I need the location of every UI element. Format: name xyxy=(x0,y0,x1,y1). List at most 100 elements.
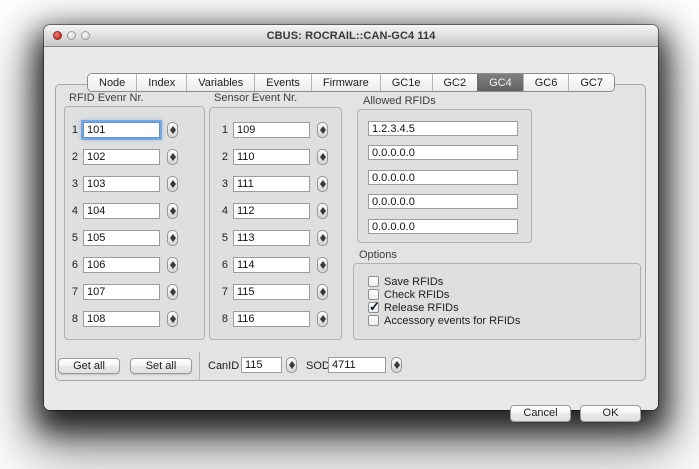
stepper-down-icon[interactable] xyxy=(169,157,176,161)
save-rfids-checkbox[interactable] xyxy=(368,276,379,287)
stepper-down-icon[interactable] xyxy=(169,265,176,269)
allowed-rfid-input-5[interactable] xyxy=(368,219,518,234)
rfid-event-stepper-8[interactable] xyxy=(167,311,178,327)
sensor-event-input-4[interactable] xyxy=(233,203,310,219)
sensor-event-stepper-8[interactable] xyxy=(317,311,328,327)
tab-index[interactable]: Index xyxy=(136,74,187,91)
allowed-group-label: Allowed RFIDs xyxy=(363,95,436,107)
rfid-event-row-2: 2 xyxy=(66,149,178,165)
sensor-event-row-5: 5 xyxy=(216,230,328,246)
set-all-button[interactable]: Set all xyxy=(130,358,192,374)
rfid-event-input-2[interactable] xyxy=(83,149,160,165)
sensor-event-input-6[interactable] xyxy=(233,257,310,273)
rfid-event-input-1[interactable] xyxy=(83,122,160,138)
sensor-event-stepper-2[interactable] xyxy=(317,149,328,165)
tab-gc7[interactable]: GC7 xyxy=(568,74,614,91)
sensor-event-row-6: 6 xyxy=(216,257,328,273)
sensor-event-stepper-6[interactable] xyxy=(317,257,328,273)
row-index: 8 xyxy=(71,313,78,325)
rfid-event-stepper-6[interactable] xyxy=(167,257,178,273)
stepper-down-icon[interactable] xyxy=(169,184,176,188)
rfid-event-row-4: 4 xyxy=(66,203,178,219)
sensor-group-box xyxy=(209,107,342,340)
row-index: 3 xyxy=(71,178,78,190)
rfid-event-input-5[interactable] xyxy=(83,230,160,246)
rfid-event-stepper-5[interactable] xyxy=(167,230,178,246)
allowed-rfid-input-4[interactable] xyxy=(368,194,518,209)
sensor-event-row-1: 1 xyxy=(216,122,328,138)
stepper-down-icon[interactable] xyxy=(319,238,326,242)
canid-stepper[interactable] xyxy=(286,357,297,373)
rfid-event-input-3[interactable] xyxy=(83,176,160,192)
rfid-event-stepper-2[interactable] xyxy=(167,149,178,165)
allowed-rfid-input-1[interactable] xyxy=(368,121,518,136)
stepper-down-icon[interactable] xyxy=(319,184,326,188)
stepper-down-icon[interactable] xyxy=(319,211,326,215)
stepper-down-icon[interactable] xyxy=(319,157,326,161)
allowed-rfid-input-3[interactable] xyxy=(368,170,518,185)
accessory-events-checkbox[interactable] xyxy=(368,315,379,326)
release-rfids-checkbox[interactable] xyxy=(368,302,379,313)
cancel-button[interactable]: Cancel xyxy=(510,405,571,422)
checkmark-icon xyxy=(369,299,380,315)
tab-gc2[interactable]: GC2 xyxy=(431,74,478,91)
stepper-down-icon[interactable] xyxy=(169,211,176,215)
stepper-down-icon[interactable] xyxy=(169,130,176,134)
tab-gc6[interactable]: GC6 xyxy=(522,74,569,91)
rfid-event-stepper-4[interactable] xyxy=(167,203,178,219)
stepper-down-icon[interactable] xyxy=(169,319,176,323)
rfid-event-input-4[interactable] xyxy=(83,203,160,219)
option-row-accessory-events: Accessory events for RFIDs xyxy=(368,314,520,327)
sensor-event-row-3: 3 xyxy=(216,176,328,192)
stepper-down-icon[interactable] xyxy=(319,130,326,134)
rfid-event-stepper-3[interactable] xyxy=(167,176,178,192)
rfid-group-label: RFID Evenr Nr. xyxy=(69,92,144,104)
rfid-event-stepper-1[interactable] xyxy=(167,122,178,138)
sod-stepper[interactable] xyxy=(391,357,402,373)
tab-gc4[interactable]: GC4 xyxy=(477,74,523,91)
sensor-event-input-7[interactable] xyxy=(233,284,310,300)
sod-input[interactable] xyxy=(328,357,386,373)
option-row-save-rfids: Save RFIDs xyxy=(368,275,443,288)
get-all-button[interactable]: Get all xyxy=(58,358,120,374)
sensor-event-input-5[interactable] xyxy=(233,230,310,246)
tab-events[interactable]: Events xyxy=(254,74,311,91)
row-index: 5 xyxy=(221,232,228,244)
rfid-event-input-8[interactable] xyxy=(83,311,160,327)
row-index: 1 xyxy=(221,124,228,136)
stepper-down-icon[interactable] xyxy=(319,292,326,296)
row-index: 7 xyxy=(221,286,228,298)
row-index: 5 xyxy=(71,232,78,244)
allowed-rfid-input-2[interactable] xyxy=(368,145,518,160)
tab-variables[interactable]: Variables xyxy=(186,74,255,91)
title-bar[interactable]: CBUS: ROCRAIL::CAN-GC4 114 xyxy=(44,25,658,47)
dialog-content: Node Index Variables Events Firmware GC1… xyxy=(44,48,658,422)
stepper-down-icon[interactable] xyxy=(393,365,400,369)
tab-firmware[interactable]: Firmware xyxy=(310,74,380,91)
rfid-event-input-7[interactable] xyxy=(83,284,160,300)
rfid-event-input-6[interactable] xyxy=(83,257,160,273)
sensor-event-stepper-5[interactable] xyxy=(317,230,328,246)
stepper-down-icon[interactable] xyxy=(169,292,176,296)
sensor-event-stepper-3[interactable] xyxy=(317,176,328,192)
tab-node[interactable]: Node xyxy=(88,74,137,91)
rfid-event-stepper-7[interactable] xyxy=(167,284,178,300)
options-group-label: Options xyxy=(359,249,397,261)
stepper-down-icon[interactable] xyxy=(169,238,176,242)
sensor-event-input-1[interactable] xyxy=(233,122,310,138)
tab-gc1e[interactable]: GC1e xyxy=(379,74,432,91)
sensor-event-stepper-4[interactable] xyxy=(317,203,328,219)
stepper-down-icon[interactable] xyxy=(319,319,326,323)
sensor-event-input-8[interactable] xyxy=(233,311,310,327)
sensor-event-input-2[interactable] xyxy=(233,149,310,165)
stepper-down-icon[interactable] xyxy=(288,365,295,369)
checkbox-label: Check RFIDs xyxy=(384,288,450,301)
canid-input[interactable] xyxy=(241,357,282,373)
sensor-event-stepper-1[interactable] xyxy=(317,122,328,138)
stepper-down-icon[interactable] xyxy=(319,265,326,269)
sensor-event-input-3[interactable] xyxy=(233,176,310,192)
row-index: 6 xyxy=(71,259,78,271)
ok-button[interactable]: OK xyxy=(580,405,641,422)
row-index: 2 xyxy=(221,151,228,163)
sensor-event-stepper-7[interactable] xyxy=(317,284,328,300)
